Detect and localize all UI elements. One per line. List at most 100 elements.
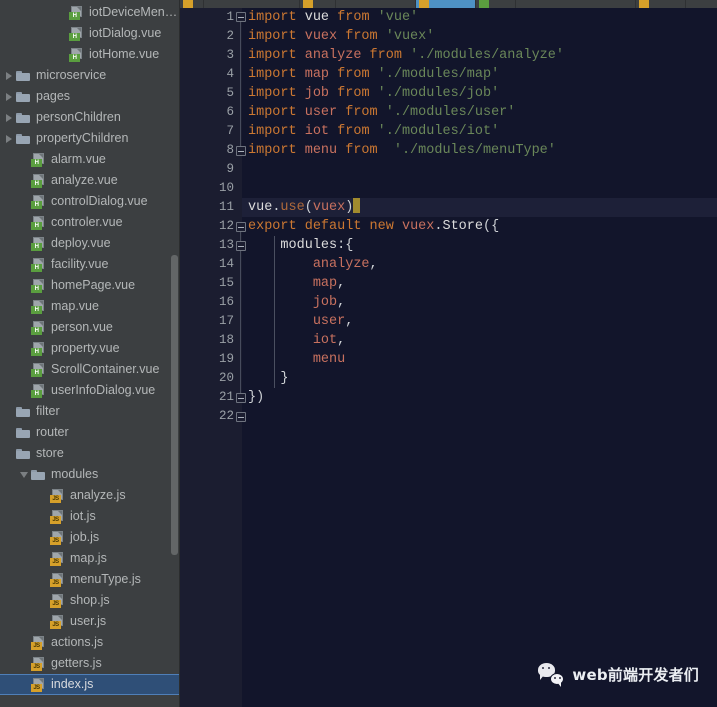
editor-tab-0[interactable] — [180, 0, 204, 8]
project-tree[interactable]: HiotDeviceMenu.vueHiotDialog.vueHiotHome… — [0, 0, 180, 695]
tree-file-userinfodialog-vue[interactable]: HuserInfoDialog.vue — [0, 380, 180, 401]
tree-file-actions-js[interactable]: JS actions.js — [0, 632, 180, 653]
chevron-right-icon[interactable] — [4, 112, 15, 123]
editor-tab-7[interactable] — [636, 0, 686, 8]
editor-tab-1[interactable] — [204, 0, 300, 8]
line-number[interactable]: 15 — [180, 274, 242, 293]
code-line-6[interactable]: import user from './modules/user' — [242, 103, 717, 122]
editor-tab-6[interactable] — [516, 0, 636, 8]
code-line-22[interactable] — [242, 407, 717, 426]
line-number[interactable]: 7 — [180, 122, 242, 141]
editor-panel[interactable]: 1 2 3 4 5 6 7 8 9 10 11 12 13 14 15 16 17 18 19 20 21 22 impo… — [180, 0, 717, 707]
sidebar-scrollbar[interactable] — [171, 255, 178, 555]
line-number[interactable]: 19 — [180, 350, 242, 369]
code-line-19[interactable]: menu — [242, 350, 717, 369]
tree-file-controldialog-vue[interactable]: HcontrolDialog.vue — [0, 191, 180, 212]
line-number[interactable]: 4 — [180, 65, 242, 84]
code-line-18[interactable]: iot, — [242, 331, 717, 350]
tree-file-menutype-js[interactable]: JS menuType.js — [0, 569, 180, 590]
code-line-11[interactable]: vue.use(vuex) — [242, 198, 717, 217]
editor-tab-4[interactable] — [416, 0, 476, 8]
line-number[interactable]: 6 — [180, 103, 242, 122]
code-line-12[interactable]: export default new vuex.Store({ — [242, 217, 717, 236]
tree-folder-propertychildren[interactable]: propertyChildren — [0, 128, 180, 149]
project-tree-panel[interactable]: HiotDeviceMenu.vueHiotDialog.vueHiotHome… — [0, 0, 180, 707]
tree-file-iotdevicemenu-vue[interactable]: HiotDeviceMenu.vue — [0, 2, 180, 23]
vue-file-icon: H — [69, 47, 84, 62]
code-line-1[interactable]: import vue from 'vue' — [242, 8, 717, 27]
tree-file-iot-js[interactable]: JS iot.js — [0, 506, 180, 527]
chevron-down-icon[interactable] — [19, 469, 30, 480]
tree-file-homepage-vue[interactable]: HhomePage.vue — [0, 275, 180, 296]
line-number[interactable]: 3 — [180, 46, 242, 65]
line-number-gutter[interactable]: 1 2 3 4 5 6 7 8 9 10 11 12 13 14 15 16 17 18 19 20 21 22 — [180, 8, 242, 707]
tree-file-scrollcontainer-vue[interactable]: H ScrollContainer.vue — [0, 359, 180, 380]
line-number[interactable]: 10 — [180, 179, 242, 198]
tree-file-user-js[interactable]: JS user.js — [0, 611, 180, 632]
code-line-7[interactable]: import iot from './modules/iot' — [242, 122, 717, 141]
line-number[interactable]: 20 — [180, 369, 242, 388]
tree-folder-filter[interactable]: filter — [0, 401, 180, 422]
tree-folder-personchildren[interactable]: personChildren — [0, 107, 180, 128]
code-line-16[interactable]: job, — [242, 293, 717, 312]
chevron-right-icon[interactable] — [4, 133, 15, 144]
code-line-20[interactable]: } — [242, 369, 717, 388]
tree-file-job-js[interactable]: JS job.js — [0, 527, 180, 548]
line-number[interactable]: 12 — [180, 217, 242, 236]
line-number[interactable]: 13 — [180, 236, 242, 255]
tree-file-facility-vue[interactable]: Hfacility.vue — [0, 254, 180, 275]
line-number[interactable]: 17 — [180, 312, 242, 331]
line-number[interactable]: 9 — [180, 160, 242, 179]
editor-tab-5[interactable] — [476, 0, 516, 8]
tree-file-alarm-vue[interactable]: Halarm.vue — [0, 149, 180, 170]
tree-file-controler-vue[interactable]: Hcontroler.vue — [0, 212, 180, 233]
tree-file-iotdialog-vue[interactable]: HiotDialog.vue — [0, 23, 180, 44]
tree-folder-store[interactable]: store — [0, 443, 180, 464]
code-line-15[interactable]: map, — [242, 274, 717, 293]
tree-file-analyze-vue[interactable]: Hanalyze.vue — [0, 170, 180, 191]
tree-folder-microservice[interactable]: microservice — [0, 65, 180, 86]
tree-folder-modules[interactable]: modules — [0, 464, 180, 485]
code-line-10[interactable] — [242, 179, 717, 198]
line-number[interactable]: 18 — [180, 331, 242, 350]
code-line-3[interactable]: import analyze from './modules/analyze' — [242, 46, 717, 65]
line-number[interactable]: 8 — [180, 141, 242, 160]
tree-folder-pages[interactable]: pages — [0, 86, 180, 107]
line-number[interactable]: 16 — [180, 293, 242, 312]
code-line-5[interactable]: import job from './modules/job' — [242, 84, 717, 103]
tree-file-map-vue[interactable]: Hmap.vue — [0, 296, 180, 317]
code-content[interactable]: import vue from 'vue' import vuex from 'v… — [242, 8, 717, 707]
code-line-14[interactable]: analyze, — [242, 255, 717, 274]
line-number[interactable]: 2 — [180, 27, 242, 46]
line-number[interactable]: 11 — [180, 198, 242, 217]
line-number[interactable]: 22 — [180, 407, 242, 426]
editor-tab-3[interactable] — [336, 0, 416, 8]
line-number[interactable]: 14 — [180, 255, 242, 274]
code-line-9[interactable] — [242, 160, 717, 179]
chevron-right-icon[interactable] — [4, 91, 15, 102]
chevron-right-icon[interactable] — [4, 70, 15, 81]
line-number[interactable]: 21 — [180, 388, 242, 407]
editor-tab-2[interactable] — [300, 0, 336, 8]
code-line-8[interactable]: import menu from './modules/menuType' — [242, 141, 717, 160]
code-line-13[interactable]: modules:{ — [242, 236, 717, 255]
code-line-2[interactable]: import vuex from 'vuex' — [242, 27, 717, 46]
tree-file-deploy-vue[interactable]: Hdeploy.vue — [0, 233, 180, 254]
tree-folder-router[interactable]: router — [0, 422, 180, 443]
tree-file-index-js[interactable]: JS index.js — [0, 674, 180, 695]
tree-file-map-js[interactable]: JS map.js — [0, 548, 180, 569]
tree-file-analyze-js[interactable]: JS analyze.js — [0, 485, 180, 506]
tree-file-property-vue[interactable]: Hproperty.vue — [0, 338, 180, 359]
tree-file-shop-js[interactable]: JS shop.js — [0, 590, 180, 611]
code-line-17[interactable]: user, — [242, 312, 717, 331]
line-number[interactable]: 5 — [180, 84, 242, 103]
code-line-21[interactable]: }) — [242, 388, 717, 407]
tree-file-getters-js[interactable]: JS getters.js — [0, 653, 180, 674]
editor-tab-bar[interactable] — [180, 0, 717, 8]
tree-file-iothome-vue[interactable]: HiotHome.vue — [0, 44, 180, 65]
line-number[interactable]: 1 — [180, 8, 242, 27]
tree-file-person-vue[interactable]: Hperson.vue — [0, 317, 180, 338]
code-line-4[interactable]: import map from './modules/map' — [242, 65, 717, 84]
